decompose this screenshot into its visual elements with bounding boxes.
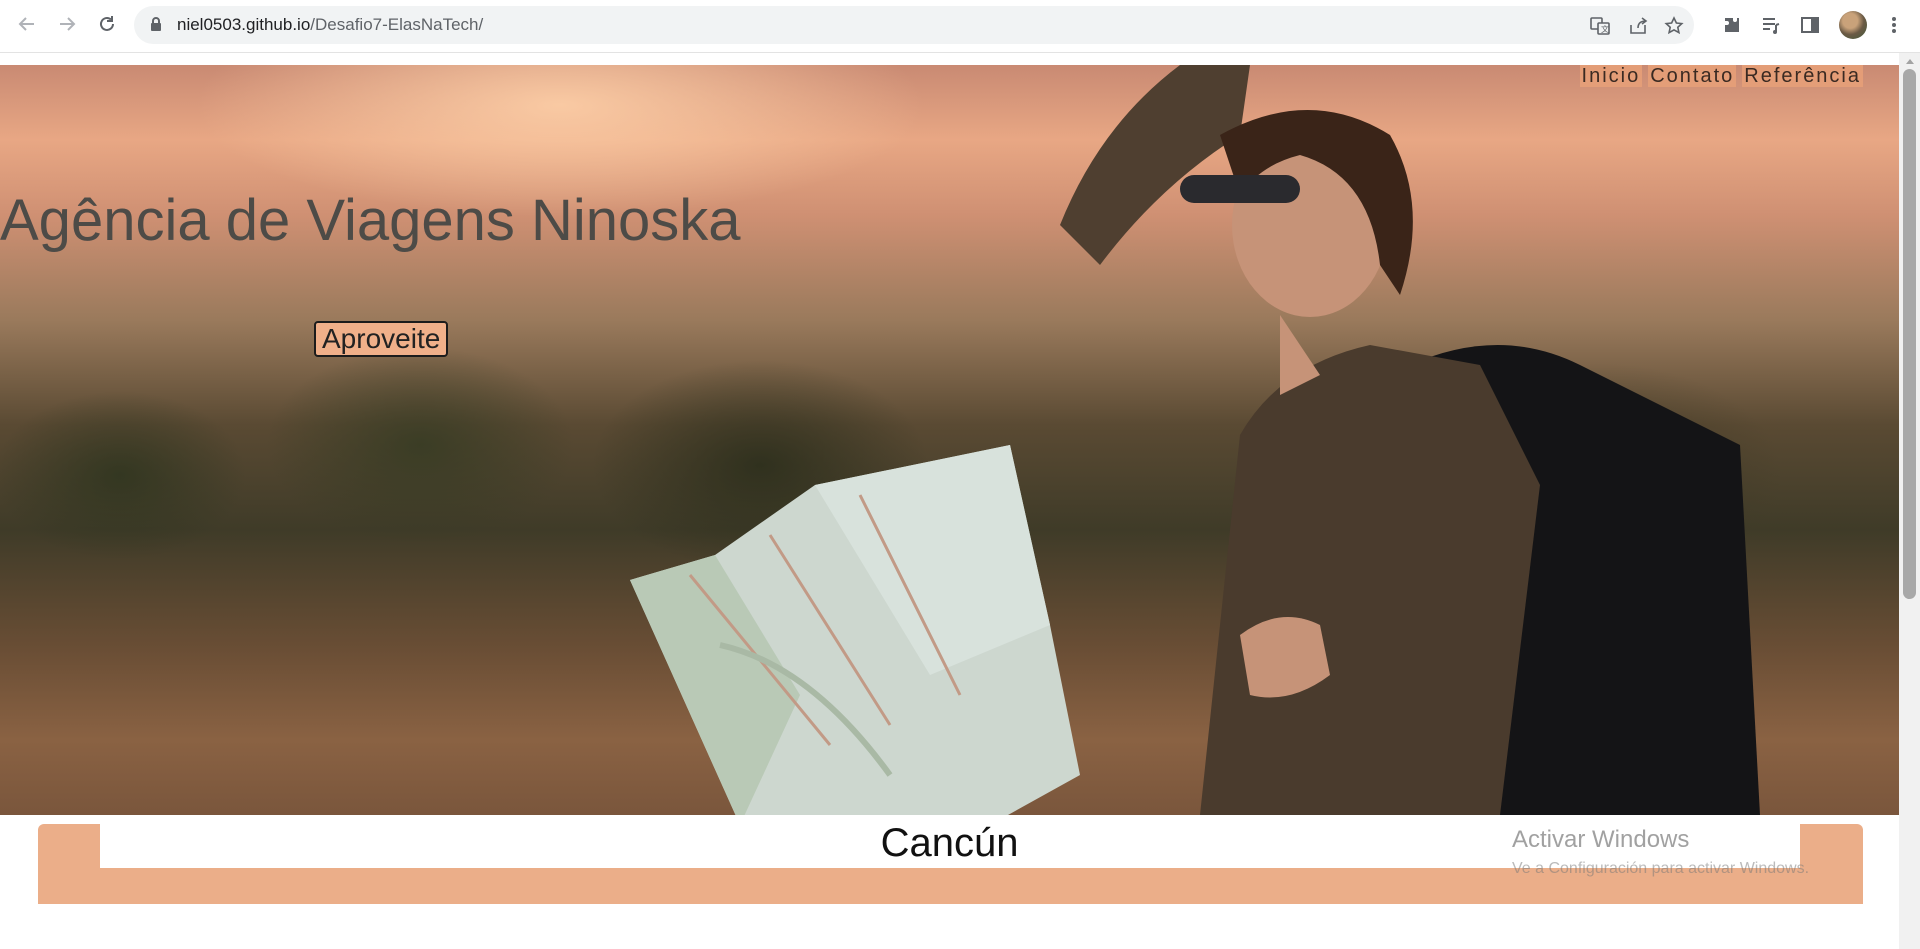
url-path: /Desafio7-ElasNaTech/ — [310, 15, 484, 34]
extensions-icon[interactable] — [1720, 13, 1744, 37]
media-queue-icon[interactable] — [1759, 13, 1783, 37]
hero-title: Agência de Viagens Ninoska — [0, 188, 741, 253]
reload-icon[interactable] — [93, 10, 121, 38]
watermark-subtitle: Ve a Configuración para activar Windows. — [1512, 860, 1810, 877]
share-icon[interactable] — [1628, 15, 1650, 37]
top-navigation: Inicio Contato Referência — [1579, 65, 1863, 87]
traveler-woman-figure — [1060, 65, 1760, 815]
hero-banner: Agência de Viagens Ninoska Aproveite Ini… — [0, 65, 1899, 815]
nav-link-inicio[interactable]: Inicio — [1579, 65, 1643, 87]
browser-toolbar: niel0503.github.io/Desafio7-ElasNaTech/ … — [0, 0, 1920, 53]
translate-icon[interactable]: 文 — [1589, 15, 1611, 37]
profile-avatar[interactable] — [1839, 11, 1867, 39]
bookmark-star-icon[interactable] — [1663, 15, 1685, 37]
watermark-title: Activar Windows — [1512, 826, 1690, 853]
page-viewport: Agência de Viagens Ninoska Aproveite Ini… — [0, 53, 1899, 949]
svg-text:文: 文 — [1601, 24, 1609, 34]
nav-link-referencia[interactable]: Referência — [1742, 65, 1863, 87]
kebab-menu-icon[interactable] — [1882, 13, 1906, 37]
side-panel-icon[interactable] — [1798, 13, 1822, 37]
address-bar[interactable]: niel0503.github.io/Desafio7-ElasNaTech/ … — [134, 6, 1694, 44]
lock-icon[interactable] — [150, 17, 162, 37]
aproveite-button[interactable]: Aproveite — [314, 321, 449, 357]
scrollbar[interactable] — [1899, 53, 1920, 949]
scrollbar-thumb[interactable] — [1903, 69, 1916, 599]
back-arrow-icon[interactable] — [13, 10, 41, 38]
url-text[interactable]: niel0503.github.io/Desafio7-ElasNaTech/ — [177, 15, 483, 35]
forward-arrow-icon[interactable] — [53, 10, 81, 38]
nav-link-contato[interactable]: Contato — [1648, 65, 1737, 87]
scroll-up-arrow-icon[interactable] — [1906, 59, 1914, 64]
url-host: niel0503.github.io — [177, 15, 311, 34]
windows-activation-watermark: Activar Windows Ve a Configuración para … — [1512, 826, 1809, 878]
